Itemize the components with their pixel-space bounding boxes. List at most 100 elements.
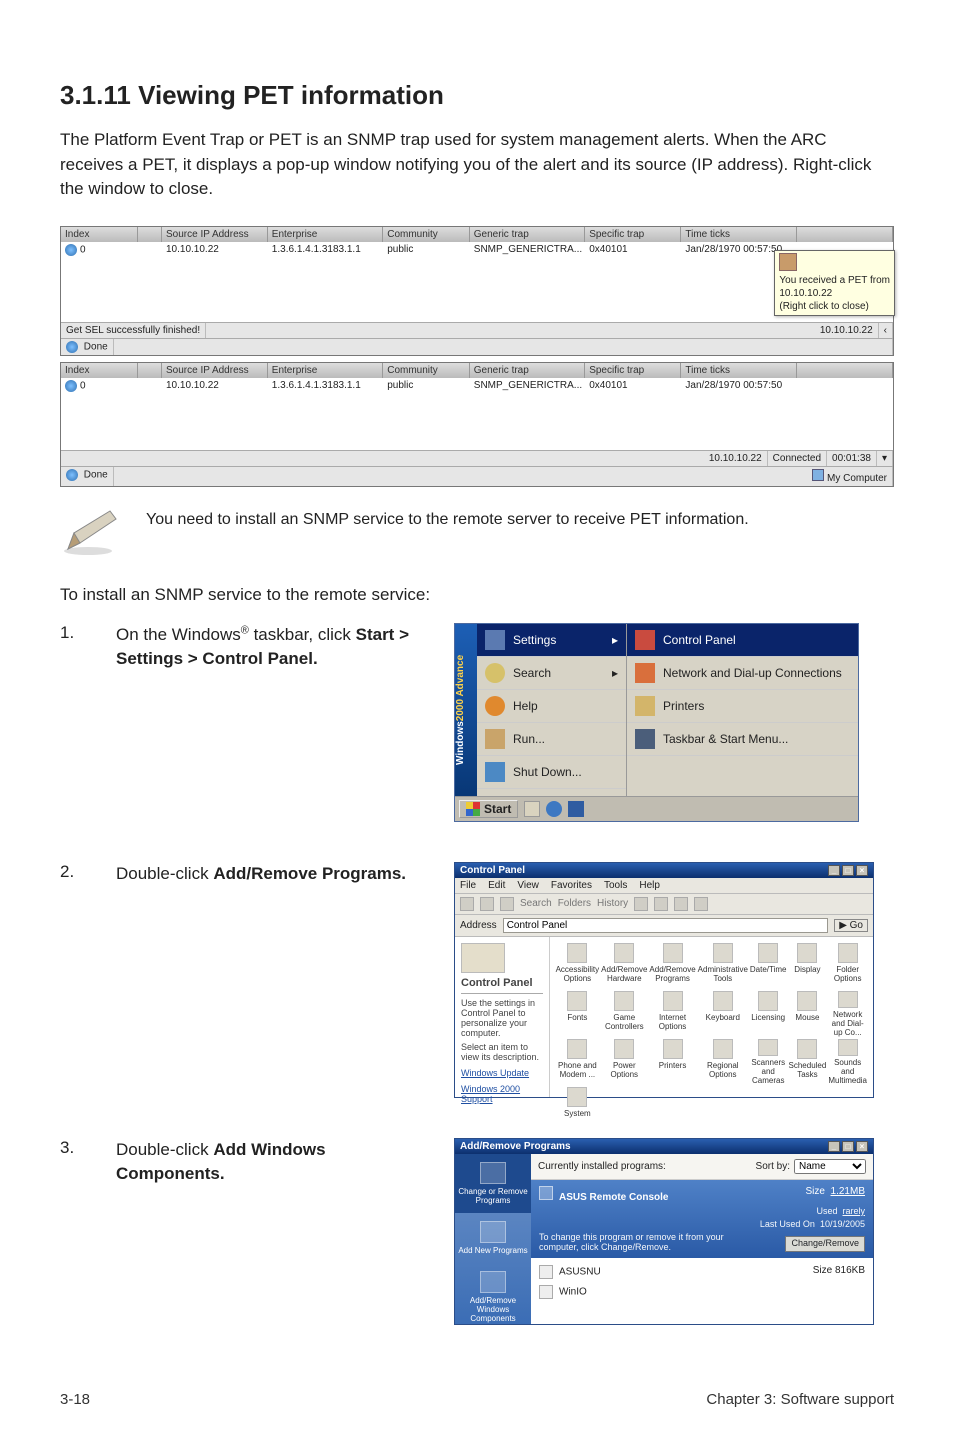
toolbar-icon[interactable]	[694, 897, 708, 911]
go-button[interactable]: ▶ Go	[834, 919, 868, 932]
control-panel-item[interactable]: Accessibility Options	[556, 943, 600, 989]
control-panel-item[interactable]: Scanners and Cameras	[750, 1039, 787, 1085]
applet-label: Folder Options	[828, 965, 867, 983]
submenu-item-taskbar[interactable]: Taskbar & Start Menu...	[627, 723, 858, 756]
control-panel-item[interactable]: Phone and Modem ...	[556, 1039, 600, 1085]
col-time-ticks[interactable]: Time ticks	[681, 363, 796, 378]
arp-selected-program[interactable]: ASUS Remote Console Size 1.21MB Used rar…	[531, 1180, 873, 1258]
maximize-button[interactable]: □	[842, 1141, 854, 1152]
toolbar-history[interactable]: History	[597, 898, 628, 909]
col-specific-trap[interactable]: Specific trap	[585, 227, 681, 242]
toolbar-icon[interactable]	[654, 897, 668, 911]
col-community[interactable]: Community	[383, 363, 470, 378]
menu-edit[interactable]: Edit	[488, 880, 505, 891]
control-panel-item[interactable]: Administrative Tools	[698, 943, 748, 989]
menu-tools[interactable]: Tools	[604, 880, 627, 891]
toolbar-icon[interactable]	[634, 897, 648, 911]
pet-row[interactable]: 0 10.10.10.22 1.3.6.1.4.1.3183.1.1 publi…	[61, 378, 893, 450]
applet-icon	[567, 1087, 587, 1107]
col-time-ticks[interactable]: Time ticks	[681, 227, 796, 242]
window-titlebar[interactable]: Add/Remove Programs _ □ ×	[455, 1139, 873, 1154]
control-panel-item[interactable]: Network and Dial-up Co...	[828, 991, 867, 1037]
windows-support-link[interactable]: Windows 2000 Support	[461, 1084, 543, 1104]
window-titlebar[interactable]: Control Panel _ □ ×	[455, 863, 873, 878]
col-source-ip[interactable]: Source IP Address	[162, 363, 268, 378]
maximize-button[interactable]: □	[842, 865, 854, 876]
arp-tab-add-new[interactable]: Add New Programs	[455, 1213, 531, 1263]
tray-ie-icon[interactable]	[546, 801, 562, 817]
control-panel-item[interactable]: Sounds and Multimedia	[828, 1039, 867, 1085]
minimize-button[interactable]: _	[828, 865, 840, 876]
start-menu-item-shutdown[interactable]: Shut Down...	[477, 756, 626, 789]
col-enterprise[interactable]: Enterprise	[268, 227, 383, 242]
col-specific-trap[interactable]: Specific trap	[585, 363, 681, 378]
change-remove-button[interactable]: Change/Remove	[785, 1236, 865, 1252]
arp-tab-windows-components[interactable]: Add/Remove Windows Components	[455, 1263, 531, 1331]
step-3-text: Double-click Add Windows Components.	[116, 1138, 426, 1325]
col-community[interactable]: Community	[383, 227, 470, 242]
toolbar-folders[interactable]: Folders	[558, 898, 591, 909]
menu-favorites[interactable]: Favorites	[551, 880, 592, 891]
arp-list-item[interactable]: ASUSNUSize 816KB	[539, 1262, 865, 1282]
forward-button[interactable]	[480, 897, 494, 911]
cell-source-ip: 10.10.10.22	[162, 242, 268, 322]
control-panel-item[interactable]: Fonts	[556, 991, 600, 1037]
control-panel-item[interactable]: Display	[789, 943, 827, 989]
pet-row[interactable]: 0 10.10.10.22 1.3.6.1.4.1.3183.1.1 publi…	[61, 242, 893, 322]
control-panel-item[interactable]: Date/Time	[750, 943, 787, 989]
windows-update-link[interactable]: Windows Update	[461, 1068, 543, 1078]
applet-label: Accessibility Options	[556, 965, 600, 983]
status-bar-2: Done My Computer	[61, 466, 893, 486]
start-menu-item-run[interactable]: Run...	[477, 723, 626, 756]
control-panel-item[interactable]: Keyboard	[698, 991, 748, 1037]
sort-by-select[interactable]: Name	[794, 1159, 866, 1174]
submenu-item-printers[interactable]: Printers	[627, 690, 858, 723]
start-menu-item-help[interactable]: Help	[477, 690, 626, 723]
col-enterprise[interactable]: Enterprise	[268, 363, 383, 378]
col-sort[interactable]	[138, 227, 162, 242]
col-index[interactable]: Index	[61, 363, 138, 378]
control-panel-item[interactable]: Folder Options	[828, 943, 867, 989]
control-panel-item[interactable]: Add/Remove Hardware	[601, 943, 647, 989]
close-button[interactable]: ×	[856, 1141, 868, 1152]
pet-notify-tooltip[interactable]: You received a PET from 10.10.10.22 (Rig…	[774, 250, 895, 316]
col-sort[interactable]	[138, 363, 162, 378]
control-panel-item[interactable]: System	[556, 1087, 600, 1133]
control-panel-item[interactable]: Mouse	[789, 991, 827, 1037]
menu-view[interactable]: View	[517, 880, 539, 891]
col-index[interactable]: Index	[61, 227, 138, 242]
start-button[interactable]: Start	[459, 800, 518, 818]
menu-help[interactable]: Help	[639, 880, 660, 891]
control-panel-item[interactable]: Regional Options	[698, 1039, 748, 1085]
col-generic-trap[interactable]: Generic trap	[470, 363, 585, 378]
toolbar-search[interactable]: Search	[520, 898, 552, 909]
start-menu-item-settings[interactable]: Settings ▸	[477, 624, 626, 657]
run-icon	[485, 729, 505, 749]
tray-oe-icon[interactable]	[568, 801, 584, 817]
close-button[interactable]: ×	[856, 865, 868, 876]
back-button[interactable]	[460, 897, 474, 911]
cell-community: public	[383, 242, 470, 322]
control-panel-item[interactable]: Add/Remove Programs	[649, 943, 695, 989]
menu-file[interactable]: File	[460, 880, 476, 891]
arp-tab-change-remove[interactable]: Change or Remove Programs	[455, 1154, 531, 1213]
submenu-item-control-panel[interactable]: Control Panel	[627, 624, 858, 657]
start-menu-brand-stripe: Windows2000 Advance	[455, 624, 477, 796]
submenu-item-network[interactable]: Network and Dial-up Connections	[627, 657, 858, 690]
control-panel-item[interactable]: Printers	[649, 1039, 695, 1085]
control-panel-item[interactable]: Licensing	[750, 991, 787, 1037]
col-source-ip[interactable]: Source IP Address	[162, 227, 268, 242]
col-generic-trap[interactable]: Generic trap	[470, 227, 585, 242]
control-panel-item[interactable]: Power Options	[601, 1039, 647, 1085]
toolbar-icon[interactable]	[674, 897, 688, 911]
up-button[interactable]	[500, 897, 514, 911]
start-menu-item-search[interactable]: Search ▸	[477, 657, 626, 690]
minimize-button[interactable]: _	[828, 1141, 840, 1152]
address-input[interactable]	[503, 918, 829, 933]
applet-label: Regional Options	[698, 1061, 748, 1079]
control-panel-item[interactable]: Game Controllers	[601, 991, 647, 1037]
control-panel-item[interactable]: Internet Options	[649, 991, 695, 1037]
arp-list-item[interactable]: WinIO	[539, 1282, 865, 1302]
control-panel-item[interactable]: Scheduled Tasks	[789, 1039, 827, 1085]
tray-doc-icon[interactable]	[524, 801, 540, 817]
